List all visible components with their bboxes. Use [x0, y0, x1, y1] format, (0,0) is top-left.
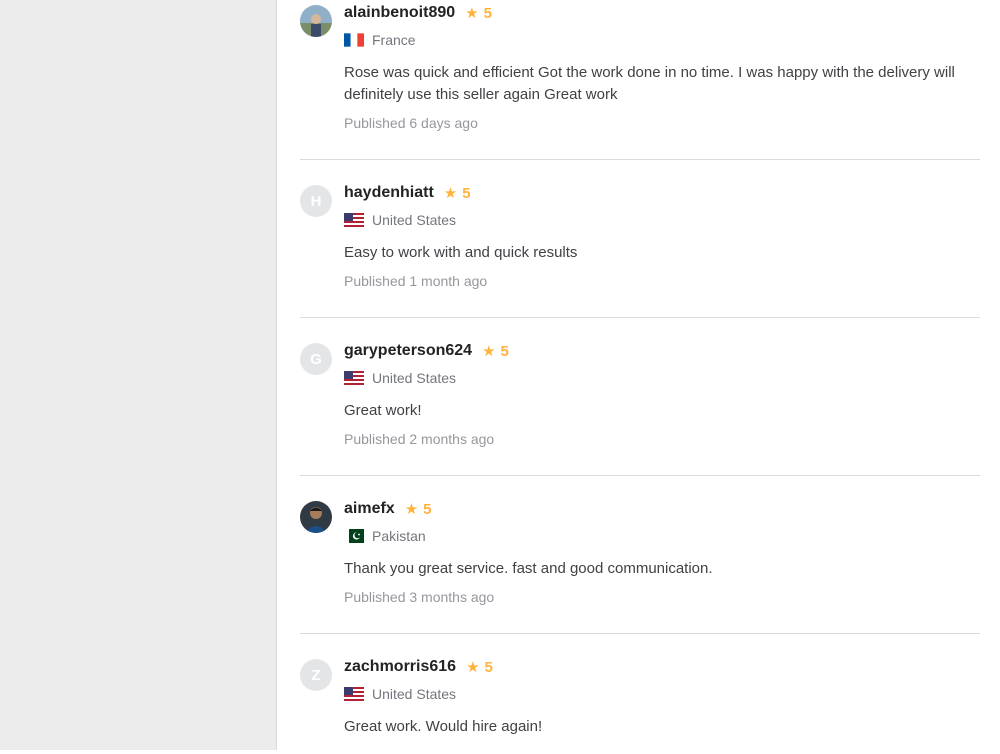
united-states-flag-icon: [344, 371, 364, 385]
review-text: Thank you great service. fast and good c…: [344, 560, 713, 577]
review-item: G garypeterson624 ★ 5 United States Grea…: [300, 318, 980, 476]
review-list: alainbenoit890 ★ 5 France Rose was quick…: [300, 0, 980, 754]
reviewer-country: United States: [372, 370, 457, 386]
review-text: Great work. Would hire again!: [344, 718, 543, 735]
rating-value: 5: [462, 184, 471, 202]
avatar[interactable]: [300, 5, 332, 37]
avatar-letter: H: [310, 192, 322, 210]
france-flag-icon: [344, 33, 364, 47]
star-icon: ★: [465, 5, 479, 22]
review-item: H haydenhiatt ★ 5 United States Easy to …: [300, 160, 980, 318]
star-icon: ★: [404, 501, 419, 518]
reviewer-username[interactable]: alainbenoit890: [344, 4, 455, 22]
star-icon: ★: [443, 185, 458, 202]
avatar-letter: G: [310, 350, 322, 368]
reviewer-country: United States: [372, 686, 457, 702]
united-states-flag-icon: [344, 213, 364, 227]
avatar-letter: Z: [311, 666, 321, 684]
avatar[interactable]: [300, 501, 332, 533]
reviewer-country: United States: [372, 212, 457, 228]
rating-value: 5: [483, 4, 492, 22]
reviewer-username[interactable]: aimefx: [344, 500, 395, 518]
pakistan-flag-icon: [344, 529, 364, 543]
avatar[interactable]: Z: [300, 659, 332, 691]
review-text: Rose was quick and efficient Got the wor…: [344, 64, 955, 103]
reviewer-country: France: [372, 32, 416, 48]
avatar[interactable]: H: [300, 185, 332, 217]
profile-photo-icon: [300, 501, 332, 533]
star-icon: ★: [466, 659, 480, 676]
rating-value: 5: [423, 500, 432, 518]
review-item: aimefx ★ 5 Pakistan Thank you great serv…: [300, 476, 980, 634]
rating-value: 5: [484, 658, 493, 676]
review-text: Easy to work with and quick results: [344, 244, 578, 261]
profile-photo-icon: [300, 5, 332, 37]
star-icon: ★: [482, 343, 496, 360]
united-states-flag-icon: [344, 687, 364, 701]
review-item: Z zachmorris616 ★ 5 United States Great …: [300, 634, 980, 754]
avatar[interactable]: G: [300, 343, 332, 375]
reviewer-country: Pakistan: [372, 528, 426, 544]
published-date: Published 3 months ago: [344, 589, 495, 605]
review-item: alainbenoit890 ★ 5 France Rose was quick…: [300, 0, 980, 160]
published-date: Published 2 months ago: [344, 431, 495, 447]
rating-value: 5: [500, 342, 509, 360]
reviewer-username[interactable]: zachmorris616: [344, 658, 456, 676]
published-date: Published 1 month ago: [344, 273, 488, 289]
published-date: Published 6 days ago: [344, 115, 478, 131]
left-panel: [0, 0, 277, 750]
review-text: Great work!: [344, 402, 422, 419]
reviewer-username[interactable]: garypeterson624: [344, 342, 472, 360]
reviewer-username[interactable]: haydenhiatt: [344, 184, 434, 202]
